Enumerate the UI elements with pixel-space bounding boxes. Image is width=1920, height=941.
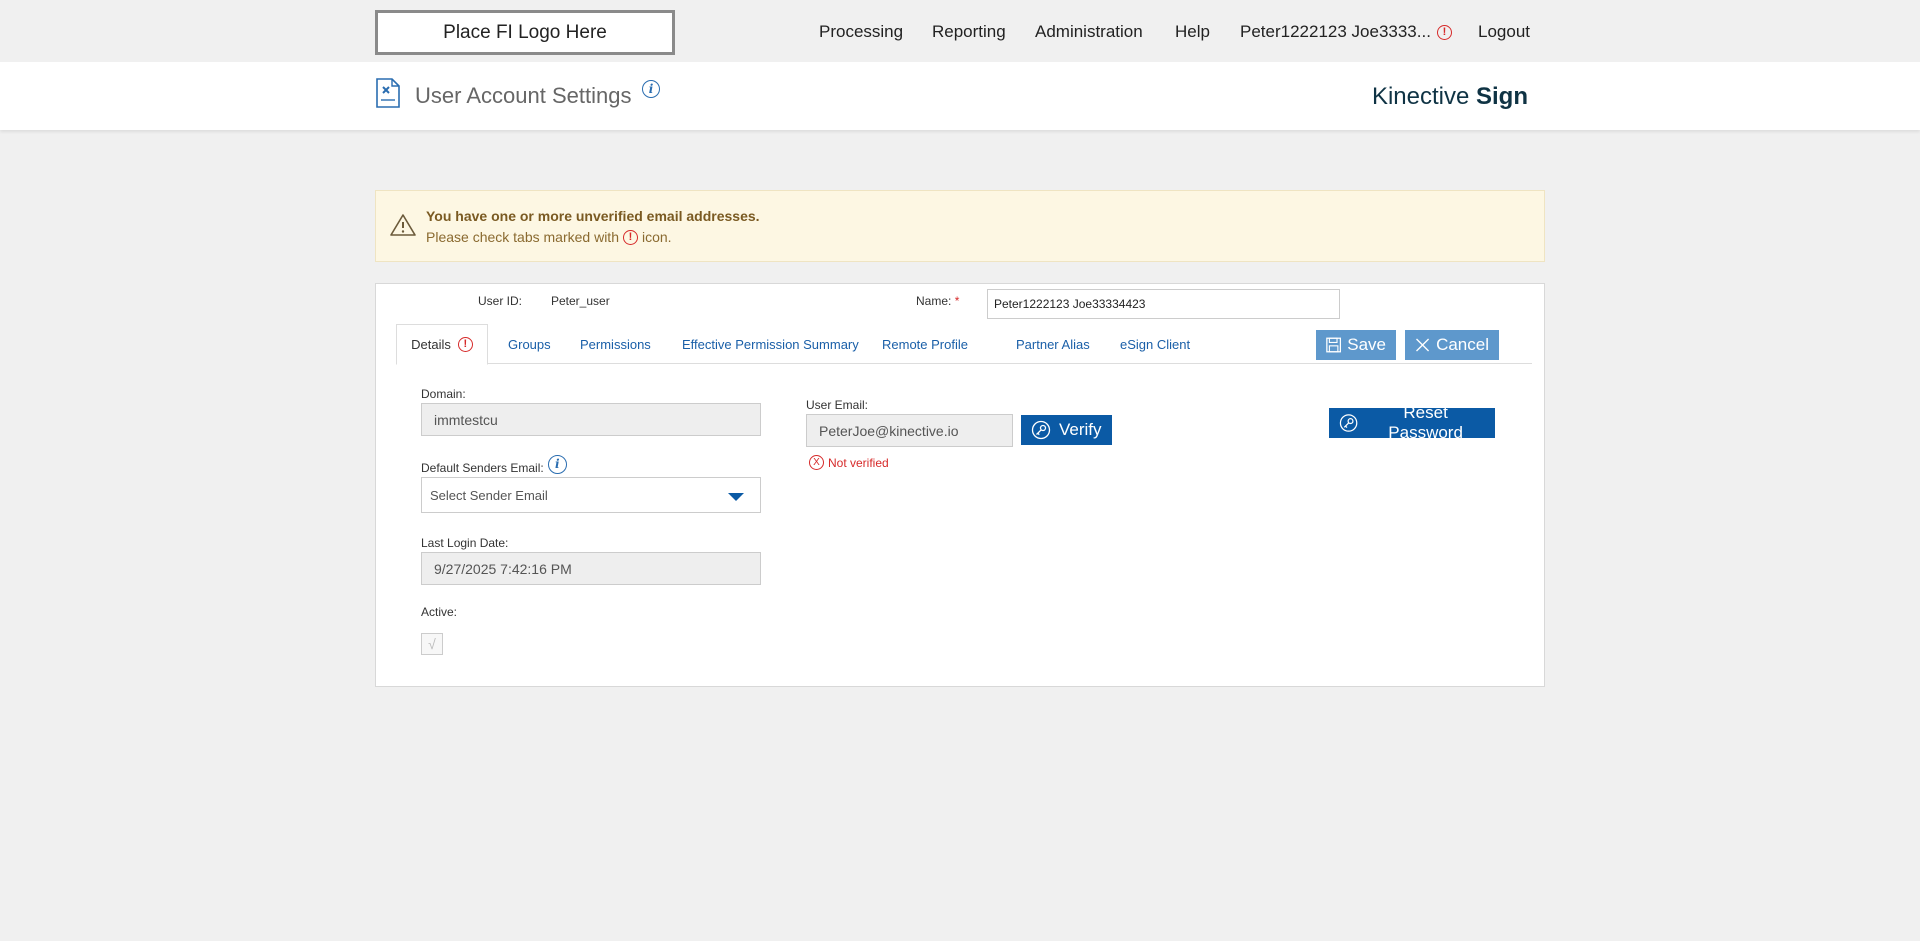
last-login-date-field: 9/27/2025 7:42:16 PM xyxy=(421,552,761,585)
reset-password-button[interactable]: Reset Password xyxy=(1329,403,1495,442)
nav-logout[interactable]: Logout xyxy=(1478,22,1530,42)
active-label: Active: xyxy=(421,605,458,619)
name-input[interactable] xyxy=(987,289,1340,319)
nav-user-name: Peter1222123 Joe3333... xyxy=(1240,22,1431,41)
checkmark-icon: √ xyxy=(428,636,436,652)
alert-icon: ! xyxy=(622,229,638,245)
domain-label: Domain: xyxy=(421,387,466,401)
verify-button[interactable]: Verify xyxy=(1021,415,1112,445)
nav-help[interactable]: Help xyxy=(1175,22,1210,42)
user-email-label: User Email: xyxy=(806,398,869,412)
required-marker: * xyxy=(954,294,960,308)
reset-password-button-label: Reset Password xyxy=(1388,403,1463,442)
tab-effective-permission-summary[interactable]: Effective Permission Summary xyxy=(682,337,859,352)
tab-partner-alias[interactable]: Partner Alias xyxy=(1016,337,1090,352)
banner-text-before: Please check tabs marked with xyxy=(426,229,619,245)
brand-name: Kinective xyxy=(1371,83,1470,110)
alert-icon: ! xyxy=(1436,24,1452,40)
page-title: User Account Settings xyxy=(415,83,632,108)
tab-details-label: Details xyxy=(411,337,451,352)
x-circle-icon: X xyxy=(809,455,824,470)
floppy-disk-icon xyxy=(1326,337,1342,353)
default-senders-email-label-text: Default Senders Email: xyxy=(421,461,544,475)
unverified-email-banner: You have one or more unverified email ad… xyxy=(375,190,1545,262)
default-senders-email-select[interactable]: Select Sender Email xyxy=(421,477,761,513)
brand-logo: Kinective Sign xyxy=(1372,83,1528,111)
email-status-text: Not verified xyxy=(828,455,889,470)
brand-name-bold: Sign xyxy=(1476,83,1528,110)
email-status: X Not verified xyxy=(809,455,889,470)
banner-text-after: icon. xyxy=(641,229,672,245)
page-header xyxy=(0,62,1920,130)
alert-icon: ! xyxy=(457,337,473,352)
tab-details[interactable]: Details ! xyxy=(396,324,488,365)
nav-processing[interactable]: Processing xyxy=(819,22,903,42)
tab-esign-client[interactable]: eSign Client xyxy=(1120,337,1190,352)
save-button[interactable]: Save xyxy=(1316,330,1396,360)
active-checkbox[interactable]: √ xyxy=(421,633,443,655)
domain-field: immtestcu xyxy=(421,403,761,436)
cancel-button-label: Cancel xyxy=(1436,335,1489,354)
tab-groups[interactable]: Groups xyxy=(508,337,551,352)
close-icon xyxy=(1416,338,1430,352)
cancel-button[interactable]: Cancel xyxy=(1405,330,1499,360)
select-placeholder: Select Sender Email xyxy=(430,488,548,503)
last-login-date-label: Last Login Date: xyxy=(421,536,509,550)
document-settings-icon xyxy=(376,78,400,108)
nav-user-menu[interactable]: Peter1222123 Joe3333... ! xyxy=(1240,22,1452,42)
user-id-value: Peter_user xyxy=(551,294,610,308)
tab-permissions[interactable]: Permissions xyxy=(580,337,651,352)
key-icon xyxy=(1031,420,1051,440)
tab-remote-profile[interactable]: Remote Profile xyxy=(882,337,968,352)
info-icon[interactable]: i xyxy=(547,454,567,474)
save-button-label: Save xyxy=(1347,335,1386,354)
nav-administration[interactable]: Administration xyxy=(1035,22,1143,42)
name-label: Name: * xyxy=(916,294,959,308)
banner-message: Please check tabs marked with ! icon. xyxy=(426,229,672,245)
top-navigation-bar: Place FI Logo Here Processing Reporting … xyxy=(0,0,1920,62)
fi-logo-placeholder: Place FI Logo Here xyxy=(375,10,675,55)
banner-title: You have one or more unverified email ad… xyxy=(426,208,760,224)
verify-button-label: Verify xyxy=(1059,420,1102,439)
chevron-down-icon xyxy=(728,493,744,501)
user-account-card: User ID: Peter_user Name: * Details ! Gr… xyxy=(375,283,1545,687)
fi-logo-text: Place FI Logo Here xyxy=(443,21,607,43)
default-senders-email-label: Default Senders Email: i xyxy=(421,454,567,475)
key-icon xyxy=(1339,414,1358,432)
user-email-field: PeterJoe@kinective.io xyxy=(806,414,1013,447)
name-label-text: Name: xyxy=(916,294,952,308)
info-icon[interactable]: i xyxy=(642,80,660,98)
warning-icon xyxy=(390,214,416,236)
user-id-label: User ID: xyxy=(478,294,523,308)
nav-reporting[interactable]: Reporting xyxy=(932,22,1006,42)
